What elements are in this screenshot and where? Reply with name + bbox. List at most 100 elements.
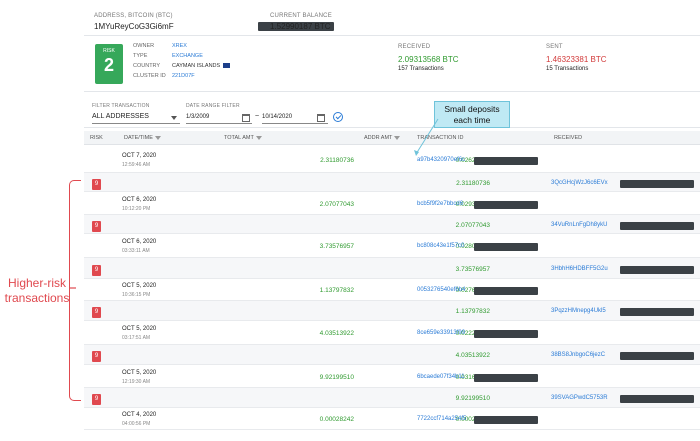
filter-icon[interactable]	[394, 135, 401, 140]
total-amt: 9.92199510	[319, 374, 354, 381]
cayman-flag-icon	[223, 63, 231, 69]
chevron-down-icon[interactable]	[171, 116, 177, 120]
received-address-link[interactable]: 38BS8JnbgoC6jezC	[551, 352, 605, 358]
tx-date: OCT 5, 2020	[122, 283, 157, 289]
table-row[interactable]: OCT 6, 2020 03:33:11 AM 3.73576957 0.028034…	[84, 234, 700, 258]
sent-amount: 1.46323381 BTC	[546, 55, 607, 64]
filter-transaction-label: FILTER TRANSACTION	[92, 103, 150, 109]
col-datetime[interactable]: DATE/TIME	[124, 135, 161, 141]
transaction-id-link[interactable]: 8ce659e33913f99	[417, 330, 465, 336]
date-from-underline	[186, 123, 252, 124]
small-deposits-callout: Small deposits each time	[434, 101, 510, 128]
table-row[interactable]: OCT 5, 2020 03:17:51 AM 4.03513922 0.022212…	[84, 321, 700, 345]
type-key: TYPE	[133, 53, 148, 59]
transaction-id-link[interactable]: bc808c43e1f57c0	[417, 243, 464, 249]
calendar-icon[interactable]	[317, 114, 325, 122]
risk-label: RISK	[103, 48, 115, 54]
txid-redaction	[474, 287, 538, 295]
col-transaction-id[interactable]: TRANSACTION ID	[417, 135, 463, 141]
received-amount: 2.09313568 BTC	[398, 55, 459, 64]
cluster-link[interactable]: 221d07f	[172, 73, 195, 79]
country-value: CAYMAN ISLANDS	[172, 63, 231, 69]
type-link[interactable]: EXCHANGE	[172, 53, 203, 59]
received-redaction	[620, 266, 694, 274]
received-address-link[interactable]: 3QcGHcjWzJ6c6EVx	[551, 180, 608, 186]
total-amt: 0.00028242	[319, 416, 354, 423]
transaction-id-link[interactable]: 7722ccf714a254f5	[417, 416, 466, 422]
total-amt: 2.31180736	[320, 157, 354, 164]
risk-badge: 9	[92, 221, 101, 232]
date-from-input[interactable]: 1/3/2009	[186, 114, 209, 120]
table-header: RISK DATE/TIME TOTAL AMT ADDR AMT TRANSA…	[84, 131, 700, 145]
received-address-link[interactable]: 3HbhH6HDBFF5G2u	[551, 266, 608, 272]
risk-score-box: RISK 2	[95, 44, 123, 84]
date-range-label: DATE RANGE FILTER	[186, 103, 240, 109]
table-row[interactable]: OCT 5, 2020 10:36:15 PM 1.13797832 0.027602…	[84, 279, 700, 301]
col-addr-amt[interactable]: ADDR AMT	[364, 135, 401, 141]
address-header: ADDRESS, BITCOIN (BTC) 1MYuReyCoG3Gi6mF …	[84, 8, 700, 36]
col-total-label: TOTAL AMT	[224, 135, 254, 141]
higher-risk-label: Higher-risk transactions	[4, 276, 70, 305]
txid-redaction	[474, 374, 538, 382]
risk-badge: 9	[92, 307, 101, 318]
table-row[interactable]: 9 2.31180736 3QcGHcjWzJ6c6EVx	[84, 173, 700, 192]
tx-date: OCT 5, 2020	[122, 326, 157, 332]
received-label: RECEIVED	[398, 44, 431, 50]
table-row[interactable]: 9 3.73576957 3HbhH6HDBFF5G2u	[84, 258, 700, 279]
address-value: 1MYuReyCoG3Gi6mF	[94, 22, 174, 31]
calendar-icon[interactable]	[242, 114, 250, 122]
received-redaction	[620, 308, 694, 316]
risk-badge: 9	[92, 265, 101, 276]
col-risk[interactable]: RISK	[90, 135, 103, 141]
table-row[interactable]: OCT 6, 2020 10:12:20 PM 2.07077043 0.029339…	[84, 192, 700, 215]
risk-score: 2	[103, 55, 114, 75]
tx-date: OCT 6, 2020	[122, 197, 157, 203]
total-amt: 4.03513922	[319, 330, 354, 337]
received-tx-count: 157 Transactions	[398, 66, 444, 72]
addr-amt: 2.31180736	[456, 180, 490, 187]
table-row[interactable]: OCT 4, 2020 04:00:56 PM 0.00028242 0.000273…	[84, 408, 700, 430]
country-name: CAYMAN ISLANDS	[172, 63, 221, 69]
addr-amt: 9.92199510	[455, 395, 490, 402]
table-row[interactable]: 9 4.03513922 38BS8JnbgoC6jezC	[84, 345, 700, 365]
addr-amt: 4.03513922	[455, 352, 490, 359]
tx-time: 03:17:51 AM	[122, 335, 151, 341]
txid-redaction	[474, 330, 538, 338]
received-redaction	[620, 222, 694, 230]
table-row[interactable]: 9 9.92199510 39SVAGPwdC5753R	[84, 388, 700, 408]
date-separator: ~	[255, 113, 260, 120]
sent-label: SENT	[546, 44, 563, 50]
cluster-key: CLUSTER ID	[133, 73, 166, 79]
transaction-id-link[interactable]: a97b4320970ef6c	[417, 157, 465, 163]
table-row[interactable]: 9 2.07077043 34VuRnLnFgDh8ykU	[84, 215, 700, 234]
date-to-input[interactable]: 10/14/2020	[262, 114, 292, 120]
filter-select-underline	[92, 123, 180, 124]
total-amt: 2.07077043	[319, 201, 354, 208]
risk-badge: 9	[92, 179, 101, 190]
owner-key: OWNER	[133, 43, 155, 49]
table-row[interactable]: OCT 7, 2020 12:59:46 AM 2.31180736 0.026251…	[84, 146, 700, 173]
received-address-link[interactable]: 34VuRnLnFgDh8ykU	[551, 222, 607, 228]
received-address-link[interactable]: 3PqzzHMnepg4Ukl5	[551, 308, 606, 314]
owner-link[interactable]: XREX	[172, 43, 187, 49]
balance-label: CURRENT BALANCE	[270, 13, 332, 19]
table-row[interactable]: OCT 5, 2020 12:19:30 AM 9.92199510 0.031619…	[84, 365, 700, 388]
transaction-id-link[interactable]: bcb5f9f2e7bbcd6	[417, 201, 463, 207]
col-total-amt[interactable]: TOTAL AMT	[224, 135, 262, 141]
addr-amt: 1.13797832	[455, 308, 490, 315]
filter-icon[interactable]	[255, 135, 262, 140]
table-row[interactable]: 9 1.13797832 3PqzzHMnepg4Ukl5	[84, 301, 700, 321]
tx-time: 03:33:11 AM	[122, 248, 150, 254]
filter-icon[interactable]	[154, 135, 161, 140]
col-addr-label: ADDR AMT	[364, 135, 393, 141]
filter-transaction-select[interactable]: ALL ADDRESSES	[92, 113, 149, 120]
balance-value: 1.52990187 BTC	[270, 22, 331, 31]
addr-amt: 3.73576957	[455, 266, 490, 273]
received-address-link[interactable]: 39SVAGPwdC5753R	[551, 395, 608, 401]
transaction-id-link[interactable]: 0053276540ef6b4	[417, 287, 465, 293]
country-key: COUNTRY	[133, 63, 161, 69]
apply-check-icon[interactable]	[333, 112, 343, 122]
transaction-id-link[interactable]: 6bcaede07f34b11	[417, 374, 465, 380]
total-amt: 1.13797832	[319, 287, 354, 294]
col-received[interactable]: RECEIVED	[554, 135, 582, 141]
